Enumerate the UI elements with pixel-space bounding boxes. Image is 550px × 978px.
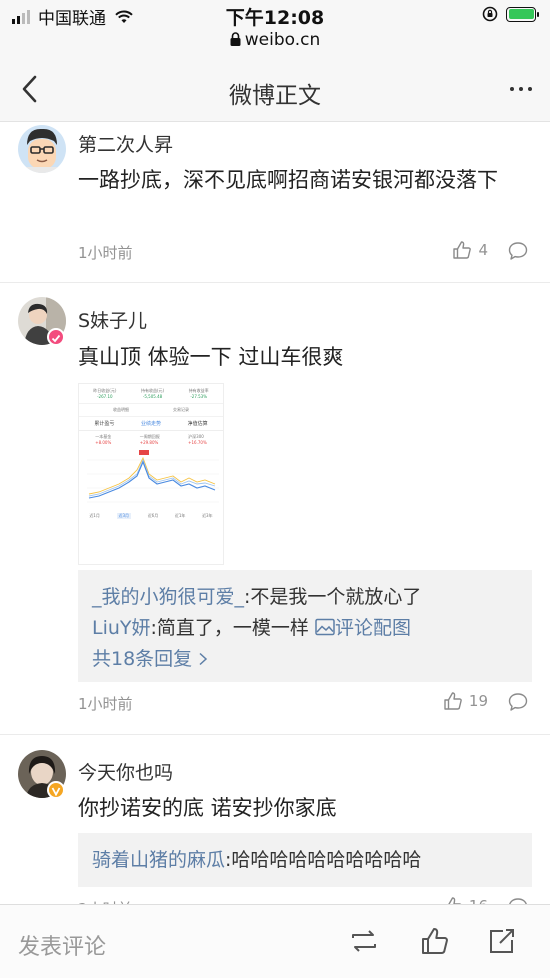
orientation-lock-icon [482,6,498,22]
comment-username[interactable]: 今天你也吗 [78,758,173,785]
comment-image[interactable]: 昨日收益(元) -267.10 持有收益(元) -5,505.48 持有收益率 -27… [78,383,224,565]
image-icon [315,618,335,636]
fund-tabs: 累计盈亏 业绩走势 净值估算 [79,416,223,431]
bottom-action-bar: 发表评论 [0,904,550,978]
more-icon[interactable] [510,87,532,91]
legend-value: +8.00% [95,440,112,445]
comment-time: 1小时前 [78,244,133,262]
legend-value: +16.70% [188,440,207,445]
thumbs-up-icon [453,241,472,259]
reply-username[interactable]: LiuY妍 [92,617,151,639]
reply-text: :哈哈哈哈哈哈哈哈哈哈 [225,849,422,871]
comment-item: S妹子儿 真山顶 体验一下 过山车很爽 昨日收益(元) -267.10 持有收益(… [0,283,550,735]
fund-legend: 一本基金 +8.00% 一周期回报 +29.80% 沪深300 +16.70% [79,431,223,448]
period-tabs: 近1月 近3月 近6月 近1年 近3年 [79,509,223,523]
url-text: weibo.cn [244,30,321,50]
status-time: 下午12:08 [225,7,325,29]
stat-value: -27.53% [190,394,208,399]
stat-value: -267.10 [97,394,113,399]
more-replies-label: 共18条回复 [92,648,193,670]
comment-input[interactable]: 发表评论 [18,929,106,961]
reply-item[interactable]: LiuY妍:简直了，一模一样 评论配图 [92,613,518,644]
nav-bar: 微博正文 [0,56,550,122]
comment-time: 1小时前 [78,695,133,713]
lock-icon [230,32,241,46]
comment-pic-link[interactable]: 评论配图 [315,617,411,639]
page-title: 微博正文 [229,83,321,109]
action-label: 交易记录 [173,407,189,412]
comment-username[interactable]: S妹子儿 [78,306,147,333]
comment-text: 一路抄底，深不见底啊招商诺安银河都没落下 [78,168,498,192]
comment-username[interactable]: 第二次人昇 [78,130,173,157]
fund-line-chart [87,450,219,503]
verified-badge-icon [47,781,65,799]
avatar[interactable] [18,125,66,173]
repost-icon[interactable] [349,926,379,956]
period-tab: 近1年 [174,513,186,518]
period-tab: 近6月 [147,513,159,518]
reply-username[interactable]: _我的小狗很可爱_ [92,586,244,608]
comment-pic-label: 评论配图 [334,617,411,639]
period-tab: 近1月 [89,513,100,518]
comment-item: 第二次人昇 一路抄底，深不见底啊招商诺安银河都没落下 1小时前 4 [0,122,550,283]
thumbs-up-icon [444,692,462,710]
verified-badge-icon [47,328,65,346]
like-button[interactable]: 19 [443,691,488,711]
reply-text: :不是我一个就放心了 [244,586,422,608]
more-replies-link[interactable]: 共18条回复 [92,644,518,675]
battery-icon [506,6,539,22]
legend-value: +29.80% [139,440,159,445]
comment-text: 你抄诺安的底 诺安抄你家底 [78,796,337,820]
reply-list: 骑着山猪的麻瓜:哈哈哈哈哈哈哈哈哈哈 [78,833,532,887]
reply-username[interactable]: 骑着山猪的麻瓜 [92,849,225,871]
thumbs-up-icon[interactable] [420,926,450,956]
fund-stats: 昨日收益(元) -267.10 持有收益(元) -5,505.48 持有收益率 -27… [79,384,223,403]
fund-tab: 业绩走势 [140,421,161,427]
chevron-right-icon [199,652,208,666]
period-tab: 近3月 [116,513,132,519]
status-right [482,6,539,22]
like-button[interactable]: 4 [452,240,488,260]
reply-item[interactable]: _我的小狗很可爱_:不是我一个就放心了 [92,582,518,613]
reply-text: :简直了，一模一样 [150,617,309,639]
url-bar[interactable]: weibo.cn [0,30,550,50]
period-tab: 近3年 [202,513,213,518]
reply-icon[interactable] [508,241,528,261]
share-icon[interactable] [487,926,517,956]
reply-item[interactable]: 骑着山猪的麻瓜:哈哈哈哈哈哈哈哈哈哈 [92,845,518,876]
status-bar: 中国联通 下午12:08 weibo.cn [0,0,550,56]
fund-tab: 净值估算 [187,421,208,427]
comment-text: 真山顶 体验一下 过山车很爽 [78,345,344,369]
like-count: 4 [478,241,488,259]
reply-icon[interactable] [508,692,528,712]
stat-value: -5,505.48 [142,394,163,399]
fund-tab: 累计盈亏 [94,421,115,427]
like-count: 19 [468,692,488,710]
reply-list: _我的小狗很可爱_:不是我一个就放心了 LiuY妍:简直了，一模一样 评论配图 … [78,570,532,682]
action-label: 收益明细 [113,407,129,412]
fund-actions: 收益明细 交易记录 [79,403,223,416]
